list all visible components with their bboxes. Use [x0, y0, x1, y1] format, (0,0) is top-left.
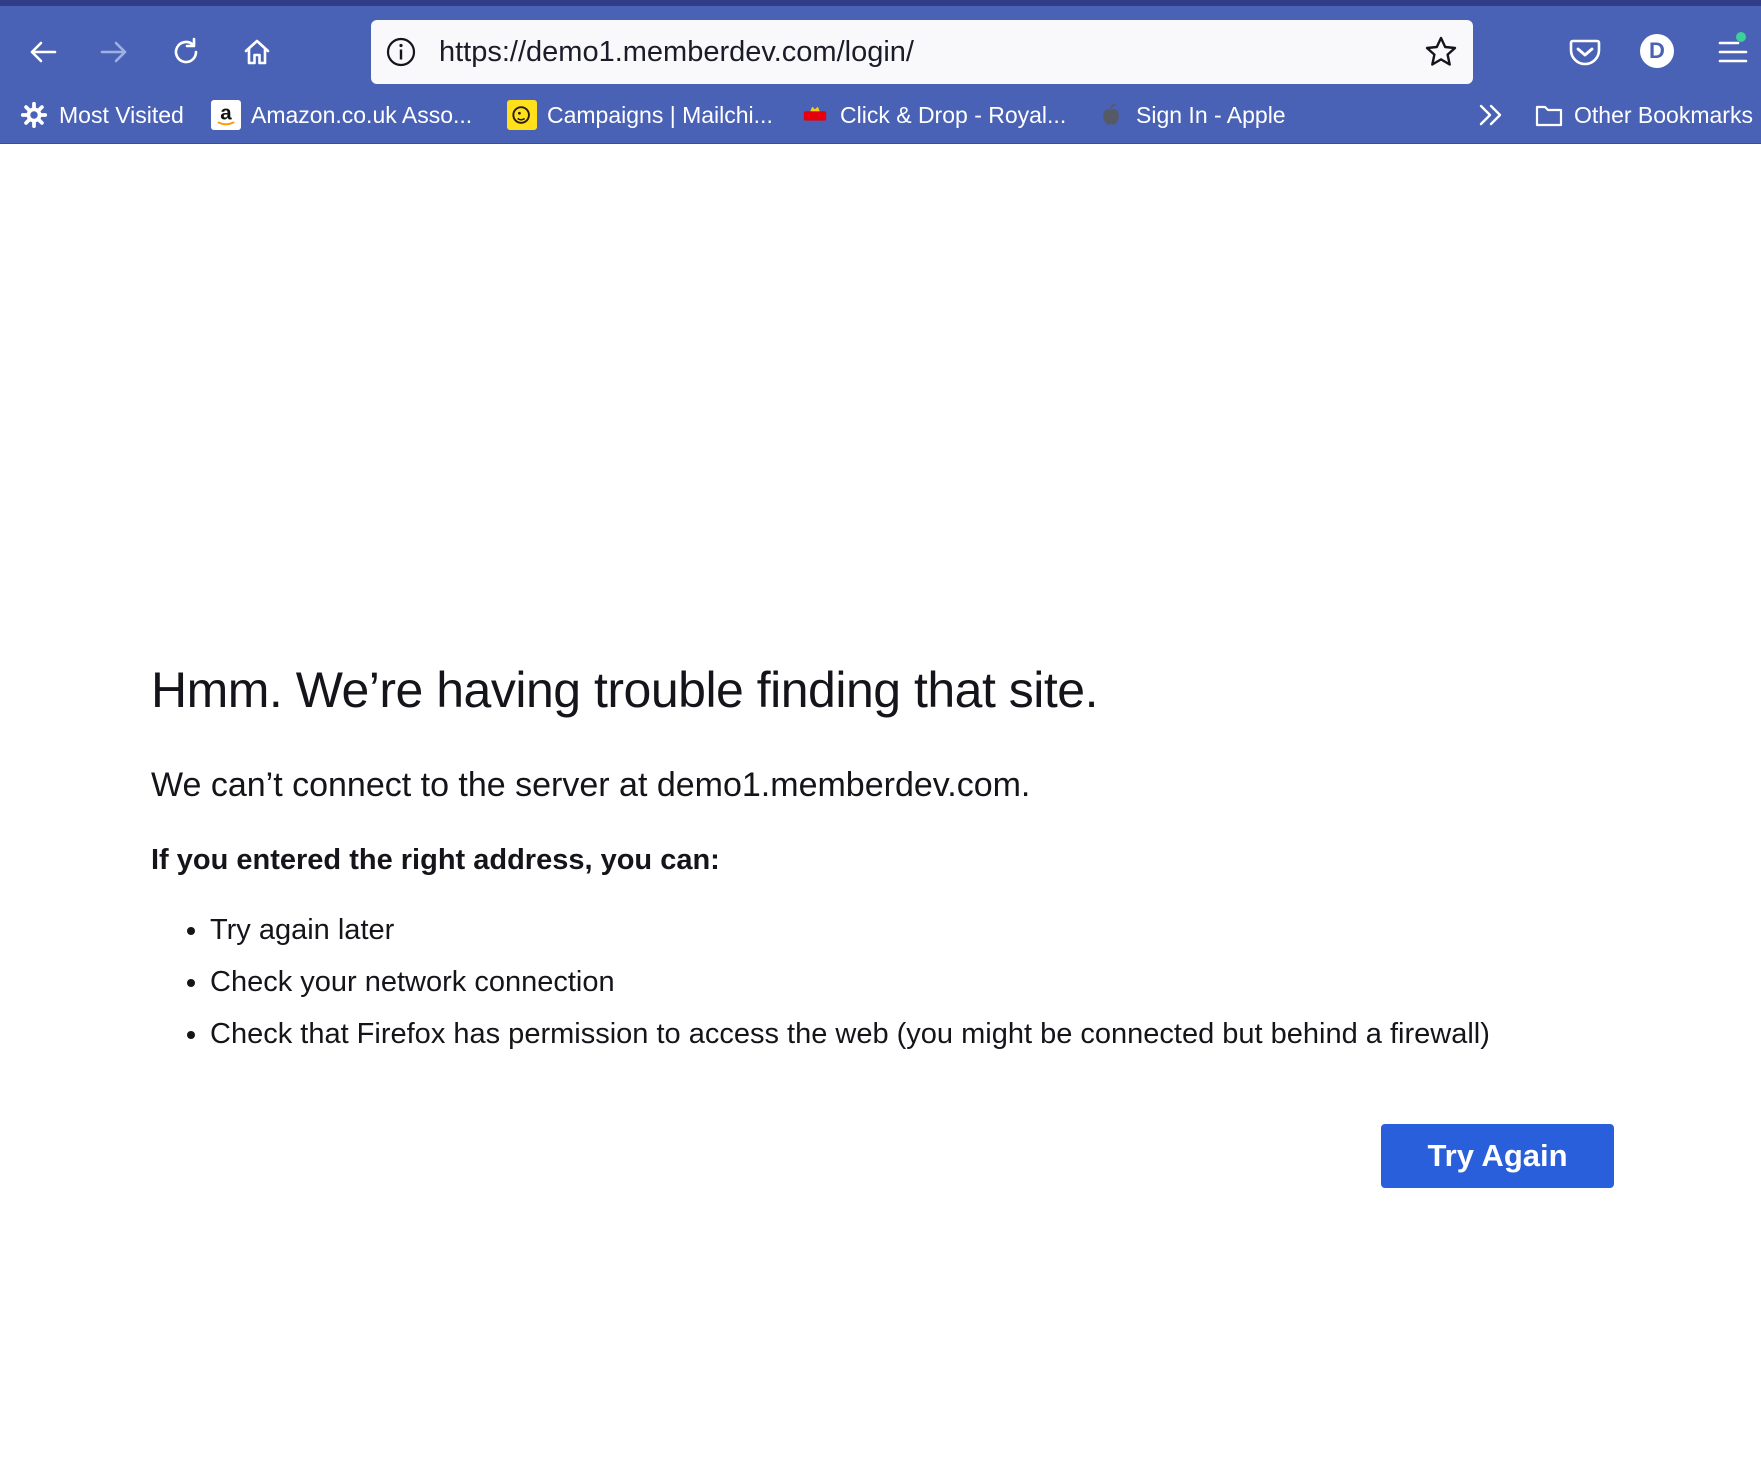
suggestion-item: Check your network connection [210, 956, 1490, 1008]
bookmark-label: Campaigns | Mailchi... [547, 101, 773, 128]
bookmark-label: Sign In - Apple [1136, 101, 1286, 128]
error-title: Hmm. We’re having trouble finding that s… [151, 662, 1098, 718]
account-avatar[interactable]: D [1640, 34, 1674, 68]
suggestion-item: Check that Firefox has permission to acc… [210, 1008, 1490, 1060]
bookmark-label: Most Visited [59, 101, 184, 128]
forward-arrow-icon [100, 41, 127, 63]
reload-button[interactable] [164, 30, 208, 74]
gear-icon [19, 100, 49, 130]
apple-icon [1096, 100, 1126, 130]
home-button[interactable] [235, 30, 279, 74]
address-bar[interactable]: https://demo1.memberdev.com/login/ [371, 20, 1473, 84]
reload-icon [174, 37, 198, 64]
mailchimp-icon [507, 100, 537, 130]
bookmark-amazon[interactable]: a Amazon.co.uk Asso... [211, 90, 472, 140]
home-icon [244, 39, 270, 65]
update-indicator [1736, 32, 1746, 42]
double-chevron-icon [1476, 100, 1506, 130]
try-again-button[interactable]: Try Again [1381, 1124, 1614, 1188]
forward-button[interactable] [92, 30, 136, 74]
url-text[interactable]: https://demo1.memberdev.com/login/ [439, 34, 914, 70]
info-icon[interactable] [385, 36, 417, 68]
hamburger-menu-icon[interactable] [1714, 32, 1754, 72]
bookmark-label: Amazon.co.uk Asso... [251, 101, 473, 128]
bookmarks-overflow-button[interactable] [1476, 90, 1516, 140]
bookmark-royal-mail[interactable]: Click & Drop - Royal... [800, 90, 1066, 140]
other-bookmarks-folder[interactable]: Other Bookmarks [1534, 90, 1753, 140]
bookmark-mailchimp[interactable]: Campaigns | Mailchi... [507, 90, 773, 140]
svg-text:a: a [220, 102, 232, 125]
suggestion-list: Try again later Check your network conne… [151, 904, 1490, 1060]
folder-icon [1534, 100, 1564, 130]
amazon-icon: a [211, 100, 241, 130]
suggestion-item: Try again later [210, 904, 1490, 956]
error-subheading: If you entered the right address, you ca… [151, 844, 720, 876]
bookmark-apple[interactable]: Sign In - Apple [1096, 90, 1286, 140]
royal-mail-icon [800, 100, 830, 130]
bookmark-label: Click & Drop - Royal... [840, 101, 1067, 128]
error-description: We can’t connect to the server at demo1.… [151, 766, 1031, 804]
back-button[interactable] [21, 30, 65, 74]
error-page-content: Hmm. We’re having trouble finding that s… [151, 660, 1651, 1050]
pocket-icon[interactable] [1566, 33, 1604, 71]
back-arrow-icon [30, 41, 57, 63]
bookmark-most-visited[interactable]: Most Visited [19, 90, 184, 140]
bookmarks-toolbar: Most Visited a Amazon.co.uk Asso... Camp… [0, 90, 1761, 144]
browser-toolbar: https://demo1.memberdev.com/login/ D [0, 6, 1761, 90]
star-icon[interactable] [1423, 34, 1459, 70]
other-bookmarks-label: Other Bookmarks [1574, 101, 1753, 128]
